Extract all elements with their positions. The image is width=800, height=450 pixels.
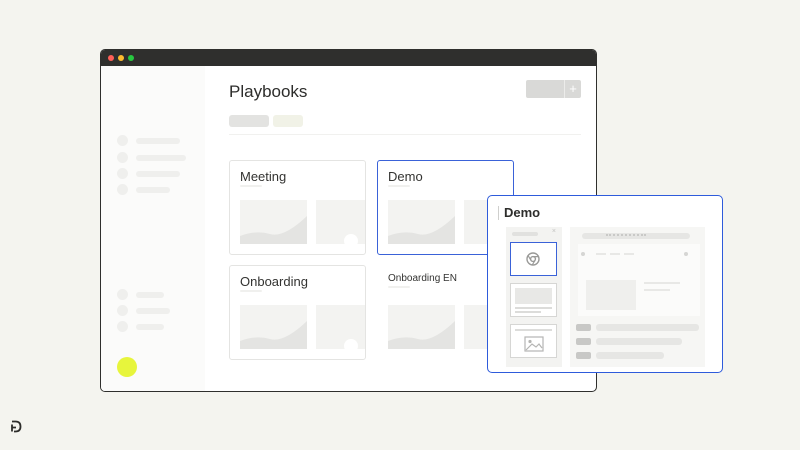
brand-logo-icon — [11, 420, 22, 433]
filter-chip[interactable] — [273, 115, 303, 127]
playbook-card-meeting[interactable]: Meeting — [229, 160, 366, 255]
sidebar — [101, 66, 205, 391]
sidebar-item-label — [136, 308, 170, 314]
slide-preview — [570, 227, 705, 367]
slide-thumbnail-2[interactable] — [510, 283, 557, 317]
title-divider — [498, 206, 499, 220]
minimize-window-button[interactable] — [118, 55, 124, 61]
sidebar-item-label — [136, 324, 164, 330]
sidebar-item-label — [136, 155, 186, 161]
sidebar-item-icon — [117, 135, 128, 146]
sidebar-item-icon — [117, 321, 128, 332]
sidebar-item-label — [136, 187, 170, 193]
card-thumbnail — [240, 305, 307, 349]
playbook-card-title: Onboarding — [240, 274, 308, 289]
image-icon — [524, 336, 544, 352]
preview-frame — [578, 244, 700, 316]
card-subtitle-placeholder — [240, 290, 262, 292]
playbook-card-onboarding[interactable]: Onboarding — [229, 265, 366, 360]
close-window-button[interactable] — [108, 55, 114, 61]
maximize-window-button[interactable] — [128, 55, 134, 61]
sidebar-item-icon — [117, 152, 128, 163]
slides-panel-header — [512, 232, 538, 236]
window-titlebar — [101, 50, 596, 66]
sidebar-item-label — [136, 138, 180, 144]
playbook-card-title: Onboarding EN — [388, 273, 457, 284]
playbook-card-title: Demo — [388, 169, 423, 184]
header-divider — [229, 134, 581, 135]
sidebar-item-label — [136, 292, 164, 298]
preview-url-placeholder — [606, 234, 646, 237]
card-subtitle-placeholder — [240, 185, 262, 187]
plus-icon: + — [564, 80, 581, 98]
card-subtitle-placeholder — [388, 286, 410, 288]
playbook-preview-popup: Demo × — [487, 195, 723, 373]
filter-chip[interactable] — [229, 115, 269, 127]
sidebar-item-icon — [117, 168, 128, 179]
card-thumbnail — [388, 200, 455, 244]
sidebar-item-icon — [117, 305, 128, 316]
playbook-card-title: Meeting — [240, 169, 287, 184]
slides-panel: × — [506, 227, 562, 367]
card-thumbnail — [388, 305, 455, 349]
slide-thumbnail-3[interactable] — [510, 324, 557, 358]
slide-thumbnail-1[interactable] — [510, 242, 557, 276]
popup-title: Demo — [504, 205, 541, 220]
user-avatar[interactable] — [117, 357, 137, 377]
card-thumbnail — [316, 200, 365, 244]
page-title: Playbooks — [229, 82, 308, 101]
sidebar-item-label — [136, 171, 180, 177]
card-thumbnail — [240, 200, 307, 244]
sidebar-item-icon — [117, 289, 128, 300]
add-playbook-button[interactable]: + — [526, 80, 581, 98]
card-thumbnail — [316, 305, 365, 349]
chrome-icon — [526, 252, 540, 266]
sidebar-item-icon — [117, 184, 128, 195]
card-subtitle-placeholder — [388, 185, 410, 187]
close-icon[interactable]: × — [552, 228, 556, 235]
